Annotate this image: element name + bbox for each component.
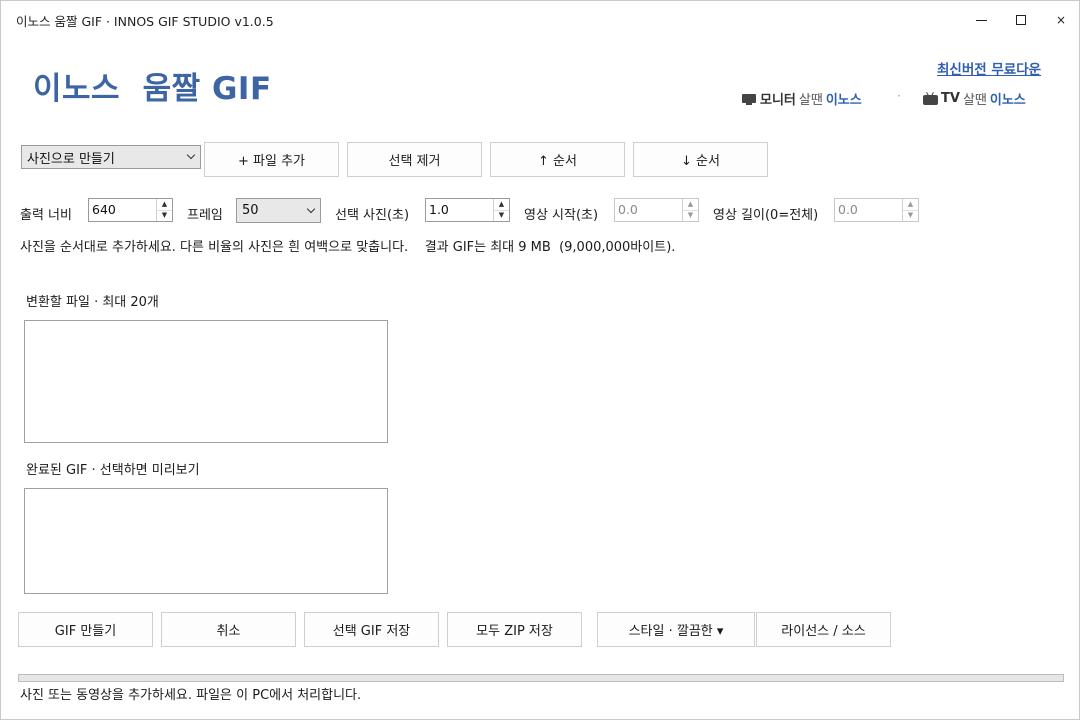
mode-select[interactable]: 사진으로 만들기 (21, 145, 201, 169)
license-source-button[interactable]: 라이선스 / 소스 (756, 612, 891, 647)
video-start-label: 영상 시작(초) (524, 208, 599, 223)
move-down-button[interactable]: ↓ 순서 (633, 142, 768, 177)
files-list[interactable] (24, 320, 388, 443)
promo-monitor-brand: 이노스 (825, 93, 862, 108)
promo-tv-link[interactable]: TV 살땐 이노스 (923, 89, 1026, 108)
promo-tv-keyword: TV (941, 91, 960, 106)
stepper-up-icon[interactable]: ▲ (683, 199, 698, 210)
close-icon: × (1055, 13, 1067, 27)
make-gif-button[interactable]: GIF 만들기 (18, 612, 153, 647)
title-bar: 이노스 움짤 GIF · INNOS GIF STUDIO v1.0.5 × (1, 1, 1079, 37)
video-length-stepper[interactable]: 0.0 ▲ ▼ (834, 198, 919, 222)
save-selected-gif-button[interactable]: 선택 GIF 저장 (304, 612, 439, 647)
latest-version-link[interactable]: 최신버전 무료다운 (937, 58, 1041, 78)
chevron-down-icon (182, 150, 200, 160)
cancel-button[interactable]: 취소 (161, 612, 296, 647)
width-value: 640 (92, 202, 116, 217)
video-start-value: 0.0 (618, 202, 638, 217)
style-menu-button[interactable]: 스타일 · 깔끔한 ▾ (597, 612, 755, 647)
promo-monitor-text: 살땐 (798, 93, 823, 108)
width-stepper[interactable]: 640 ▲ ▼ (88, 198, 173, 222)
info-text: 사진을 순서대로 추가하세요. 다른 비율의 사진은 흰 여백으로 맞춥니다. … (20, 240, 676, 255)
photo-duration-label: 선택 사진(초) (335, 208, 410, 223)
save-all-zip-button[interactable]: 모두 ZIP 저장 (447, 612, 582, 647)
video-start-stepper[interactable]: 0.0 ▲ ▼ (614, 198, 699, 222)
done-gif-list[interactable] (24, 488, 388, 594)
app-brand-title: 이노스 움짤 GIF (33, 71, 272, 107)
video-length-label: 영상 길이(0=전체) (713, 208, 819, 223)
frame-select-value: 50 (242, 203, 259, 218)
stepper-up-icon[interactable]: ▲ (494, 199, 509, 210)
video-length-value: 0.0 (838, 202, 858, 217)
chevron-down-icon (302, 204, 320, 213)
minimize-icon (975, 19, 987, 21)
promo-separator: · (897, 89, 901, 103)
stepper-up-icon[interactable]: ▲ (157, 199, 172, 210)
width-label: 출력 너비 (20, 208, 72, 223)
photo-duration-stepper[interactable]: 1.0 ▲ ▼ (425, 198, 510, 222)
progress-bar (18, 674, 1064, 682)
minimize-button[interactable] (961, 7, 1001, 33)
stepper-down-icon[interactable]: ▼ (157, 209, 172, 222)
maximize-button[interactable] (1001, 7, 1041, 33)
stepper-down-icon[interactable]: ▼ (494, 209, 509, 222)
stepper-down-icon[interactable]: ▼ (903, 209, 918, 222)
promo-monitor-keyword: 모니터 (760, 93, 796, 108)
close-button[interactable]: × (1041, 7, 1080, 33)
promo-tv-brand: 이노스 (989, 93, 1026, 108)
promo-tv-text: 살땐 (962, 93, 987, 108)
tv-icon (923, 92, 938, 105)
remove-selected-button[interactable]: 선택 제거 (347, 142, 482, 177)
add-files-button[interactable]: + 파일 추가 (204, 142, 339, 177)
files-list-label: 변환할 파일 · 최대 20개 (26, 295, 159, 310)
monitor-icon (741, 93, 757, 105)
frame-select[interactable]: 50 (236, 198, 321, 223)
window-title: 이노스 움짤 GIF · INNOS GIF STUDIO v1.0.5 (16, 14, 274, 29)
photo-duration-value: 1.0 (429, 202, 449, 217)
app-window: 이노스 움짤 GIF · INNOS GIF STUDIO v1.0.5 × 이… (0, 0, 1080, 720)
stepper-down-icon[interactable]: ▼ (683, 209, 698, 222)
frame-label: 프레임 (187, 208, 223, 223)
done-list-label: 완료된 GIF · 선택하면 미리보기 (26, 463, 200, 478)
status-text: 사진 또는 동영상을 추가하세요. 파일은 이 PC에서 처리합니다. (20, 688, 362, 703)
move-up-button[interactable]: ↑ 순서 (490, 142, 625, 177)
maximize-icon (1016, 15, 1026, 25)
mode-select-value: 사진으로 만들기 (27, 151, 115, 167)
stepper-up-icon[interactable]: ▲ (903, 199, 918, 210)
promo-monitor-link[interactable]: 모니터 살땐 이노스 (741, 89, 862, 108)
